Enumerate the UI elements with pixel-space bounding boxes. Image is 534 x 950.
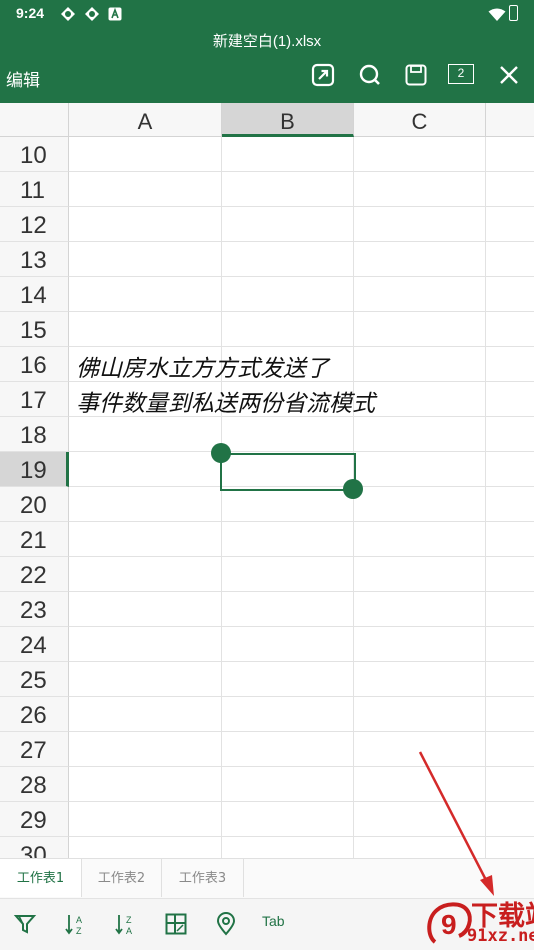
cell-a16[interactable]: 佛山房水立方方式发送了	[76, 349, 329, 383]
row-divider	[69, 696, 534, 697]
watermark-url: 91xz.net	[467, 926, 534, 946]
column-divider	[485, 137, 486, 858]
row-divider	[69, 276, 534, 277]
row-divider	[69, 346, 534, 347]
sheet-tab-3[interactable]: 工作表3	[162, 859, 244, 897]
battery-icon	[509, 5, 518, 21]
cell-a17[interactable]: 事件数量到私送两份省流模式	[76, 384, 375, 418]
search-icon[interactable]	[357, 62, 383, 88]
row-divider	[69, 241, 534, 242]
row-header-17[interactable]: 17	[0, 382, 69, 417]
file-name: 新建空白(1).xlsx	[212, 33, 322, 50]
selection-end-handle[interactable]	[343, 479, 363, 499]
spreadsheet-grid[interactable]: A B C 10 11 12 13 14 15 16 17 18 19 20 21 22 23 24 25 26…	[0, 103, 534, 858]
watermark: 9 下载站 91xz.net	[425, 892, 534, 950]
row-divider	[69, 626, 534, 627]
notification-icon	[60, 6, 76, 22]
status-time: 9:24	[16, 5, 45, 21]
row-divider	[69, 171, 534, 172]
notification-icon	[84, 6, 100, 22]
column-header-a[interactable]: A	[69, 103, 222, 137]
freeze-panes-icon[interactable]	[163, 911, 189, 937]
app-bar: 9:24 新建空白(1).xlsx 编辑 2	[0, 0, 534, 103]
close-icon[interactable]	[496, 62, 522, 88]
share-icon[interactable]	[310, 62, 336, 88]
row-header-18[interactable]: 18	[0, 417, 69, 452]
svg-text:Z: Z	[126, 915, 132, 925]
column-header-b[interactable]: B	[222, 103, 354, 137]
row-header-25[interactable]: 25	[0, 662, 69, 697]
wifi-icon	[488, 7, 506, 26]
row-divider	[69, 766, 534, 767]
row-header-12[interactable]: 12	[0, 207, 69, 242]
row-header-30[interactable]: 30	[0, 837, 69, 858]
row-header-15[interactable]: 15	[0, 312, 69, 347]
row-header-10[interactable]: 10	[0, 137, 69, 172]
app-notification-icon	[108, 6, 124, 22]
row-header-29[interactable]: 29	[0, 802, 69, 837]
row-header-13[interactable]: 13	[0, 242, 69, 277]
row-divider	[69, 311, 534, 312]
row-divider	[69, 556, 534, 557]
save-icon[interactable]	[403, 62, 429, 88]
row-header-11[interactable]: 11	[0, 172, 69, 207]
sheet-count-button[interactable]: 2	[448, 64, 474, 84]
watermark-logo-text: 9	[441, 909, 457, 940]
status-bar: 9:24	[0, 0, 534, 28]
watermark-logo-icon: 9	[427, 902, 472, 944]
row-divider	[69, 731, 534, 732]
location-icon[interactable]	[213, 911, 239, 937]
select-all-corner[interactable]	[0, 103, 69, 137]
tab-key-icon[interactable]: Tab	[262, 913, 285, 929]
row-divider	[69, 206, 534, 207]
column-header-d[interactable]	[486, 103, 534, 137]
edit-mode-button[interactable]: 编辑	[6, 66, 40, 91]
sheet-tab-2[interactable]: 工作表2	[82, 859, 162, 897]
row-header-27[interactable]: 27	[0, 732, 69, 767]
selected-cell-b19[interactable]	[220, 453, 356, 491]
column-header-c[interactable]: C	[354, 103, 486, 137]
row-header-26[interactable]: 26	[0, 697, 69, 732]
row-header-20[interactable]: 20	[0, 487, 69, 522]
row-header-24[interactable]: 24	[0, 627, 69, 662]
row-header-16[interactable]: 16	[0, 347, 69, 382]
sort-descending-icon[interactable]: ZA	[113, 911, 139, 937]
row-header-14[interactable]: 14	[0, 277, 69, 312]
row-divider	[69, 801, 534, 802]
row-divider	[69, 836, 534, 837]
row-header-22[interactable]: 22	[0, 557, 69, 592]
row-divider	[69, 661, 534, 662]
row-header-19[interactable]: 19	[0, 452, 69, 487]
row-divider	[69, 521, 534, 522]
sort-ascending-icon[interactable]: AZ	[63, 911, 89, 937]
svg-text:Z: Z	[76, 926, 82, 936]
row-header-28[interactable]: 28	[0, 767, 69, 802]
row-divider	[69, 451, 534, 452]
svg-text:A: A	[126, 926, 132, 936]
selection-start-handle[interactable]	[211, 443, 231, 463]
row-divider	[69, 591, 534, 592]
svg-text:A: A	[76, 915, 82, 925]
column-divider	[221, 137, 222, 858]
filter-icon[interactable]	[12, 911, 38, 937]
row-header-21[interactable]: 21	[0, 522, 69, 557]
row-header-23[interactable]: 23	[0, 592, 69, 627]
sheet-tab-1[interactable]: 工作表1	[0, 859, 82, 897]
